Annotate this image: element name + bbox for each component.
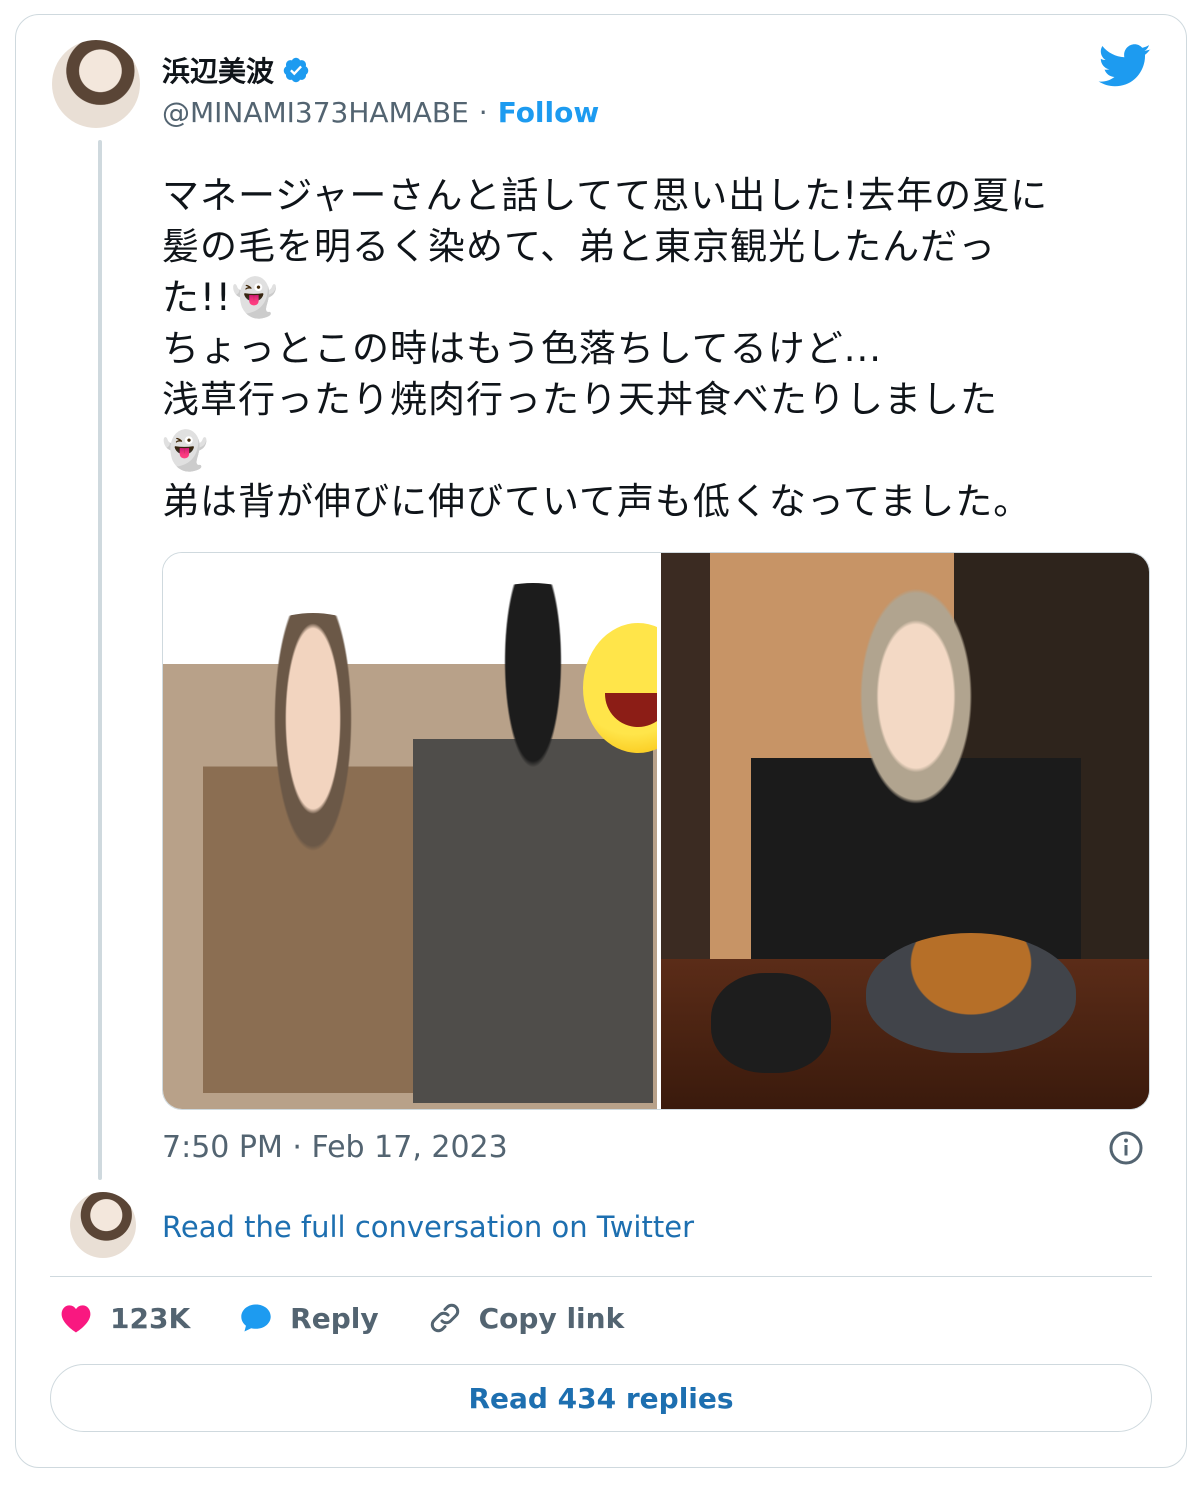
tweet-text: マネージャーさんと話してて思い出した!去年の夏に 髪の毛を明るく染めて、弟と東京… bbox=[162, 174, 1049, 523]
photo-tendon-bowl bbox=[866, 933, 1076, 1053]
read-replies-button[interactable]: Read 434 replies bbox=[50, 1364, 1152, 1432]
reply-button[interactable]: Reply bbox=[238, 1300, 379, 1336]
author-handle[interactable]: @MINAMI373HAMABE bbox=[162, 96, 469, 129]
read-conversation-link[interactable]: Read the full conversation on Twitter bbox=[162, 1210, 694, 1244]
thread-line bbox=[98, 140, 102, 1180]
verified-badge-icon bbox=[283, 57, 309, 83]
info-icon[interactable] bbox=[1108, 1130, 1144, 1166]
copy-link-label: Copy link bbox=[478, 1301, 625, 1335]
action-bar: 123K Reply Copy link bbox=[58, 1300, 672, 1336]
photo-soup-bowl bbox=[711, 973, 831, 1073]
tweet-timestamp[interactable]: 7:50 PM · Feb 17, 2023 bbox=[162, 1130, 508, 1165]
author-name-row: 浜辺美波 bbox=[162, 50, 310, 90]
author-handle-row: @MINAMI373HAMABE · Follow bbox=[162, 96, 599, 129]
follow-button[interactable]: Follow bbox=[498, 96, 600, 129]
divider bbox=[50, 1276, 1152, 1277]
author-avatar[interactable] bbox=[52, 40, 140, 128]
like-button[interactable]: 123K bbox=[58, 1300, 190, 1336]
author-display-name[interactable]: 浜辺美波 bbox=[162, 50, 274, 90]
link-icon bbox=[430, 1303, 459, 1333]
separator-dot: · bbox=[478, 96, 488, 129]
conversation-avatar[interactable] bbox=[70, 1192, 136, 1258]
speech-bubble-icon bbox=[241, 1304, 271, 1332]
copy-link-button[interactable]: Copy link bbox=[427, 1300, 625, 1336]
photo-woman-figure bbox=[203, 613, 423, 1093]
heart-icon bbox=[61, 1305, 91, 1333]
photo-tendon-meal[interactable] bbox=[657, 553, 1149, 1109]
photo-siblings[interactable] bbox=[163, 553, 693, 1109]
like-count: 123K bbox=[110, 1301, 191, 1335]
tweet-media[interactable] bbox=[162, 552, 1150, 1110]
twitter-bird-icon[interactable] bbox=[1098, 44, 1152, 88]
reply-label: Reply bbox=[290, 1301, 379, 1335]
